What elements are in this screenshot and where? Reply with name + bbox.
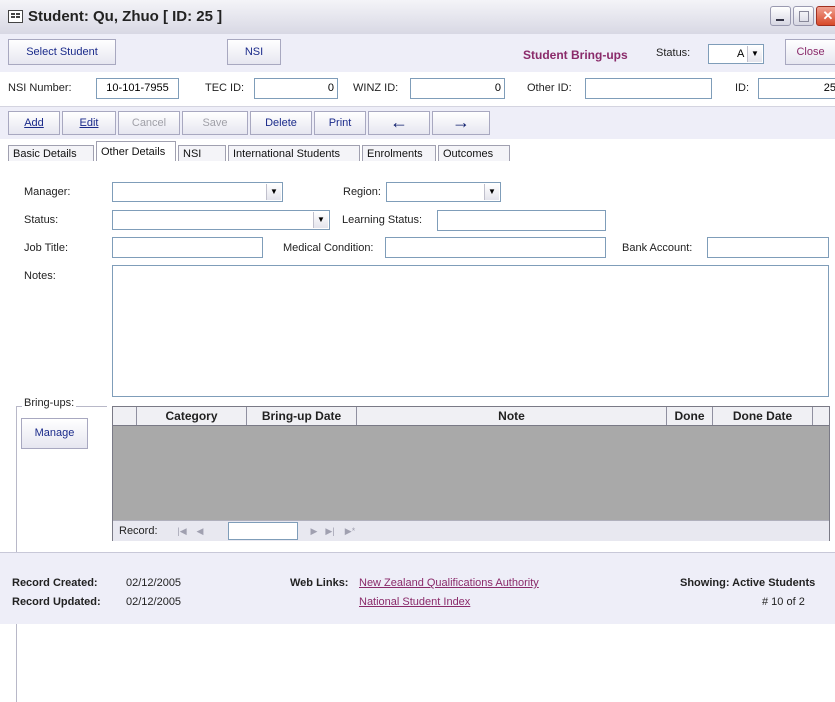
manager-select[interactable]: ▼ bbox=[112, 182, 283, 202]
bringups-label: Bring-ups: bbox=[22, 397, 77, 409]
record-updated-label: Record Updated: bbox=[12, 596, 101, 608]
region-select[interactable]: ▼ bbox=[386, 182, 501, 202]
status-value: A bbox=[737, 48, 745, 60]
next-record-icon[interactable]: ▶ bbox=[307, 524, 321, 538]
region-label: Region: bbox=[343, 186, 381, 198]
tec-id-label: TEC ID: bbox=[205, 82, 245, 94]
tab-outcomes[interactable]: Outcomes bbox=[438, 145, 510, 161]
previous-record-button[interactable]: ← bbox=[368, 111, 430, 135]
tab-nsi[interactable]: NSI bbox=[178, 145, 226, 161]
job-title-field[interactable] bbox=[112, 237, 263, 258]
delete-label: Delete bbox=[265, 117, 297, 129]
medical-condition-label: Medical Condition: bbox=[283, 242, 374, 254]
chevron-down-icon: ▼ bbox=[313, 212, 328, 228]
status-label: Status: bbox=[656, 47, 691, 59]
bank-account-field[interactable] bbox=[707, 237, 829, 258]
status-select[interactable]: A ▼ bbox=[708, 44, 764, 64]
learning-status-label: Learning Status: bbox=[342, 214, 423, 226]
status-field-label: Status: bbox=[24, 214, 59, 226]
bank-account-label: Bank Account: bbox=[622, 242, 693, 254]
delete-button[interactable]: Delete bbox=[250, 111, 312, 135]
manager-label: Manager: bbox=[24, 186, 71, 198]
national-student-index-link[interactable]: National Student Index bbox=[359, 596, 470, 608]
command-bar: Add Edit Cancel Save Delete Print ← → bbox=[0, 106, 835, 139]
bringups-grid: Category Bring-up Date Note Done Done Da… bbox=[112, 406, 830, 541]
id-row: NSI Number: 10-101-7955 TEC ID: 0 WINZ I… bbox=[0, 72, 835, 106]
column-header-done[interactable]: Done bbox=[667, 407, 713, 425]
window-title: Student: Qu, Zhuo [ ID: 25 ] bbox=[28, 8, 223, 25]
record-number-field[interactable] bbox=[228, 522, 298, 540]
nzqa-link[interactable]: New Zealand Qualifications Authority bbox=[359, 577, 539, 589]
record-updated-value: 02/12/2005 bbox=[126, 596, 182, 608]
form-icon bbox=[8, 10, 23, 23]
maximize-button[interactable] bbox=[793, 6, 814, 26]
nsi-button[interactable]: NSI bbox=[227, 39, 281, 65]
chevron-down-icon: ▼ bbox=[266, 184, 281, 200]
save-button[interactable]: Save bbox=[182, 111, 248, 135]
new-record-icon[interactable]: ▶* bbox=[343, 524, 357, 538]
record-label: Record: bbox=[119, 525, 158, 537]
cancel-label: Cancel bbox=[131, 117, 167, 129]
notes-label: Notes: bbox=[24, 270, 56, 282]
column-header-bringup-date[interactable]: Bring-up Date bbox=[247, 407, 357, 425]
next-record-button[interactable]: → bbox=[432, 111, 490, 135]
chevron-down-icon: ▼ bbox=[484, 184, 499, 200]
nsi-number-field[interactable]: 10-101-7955 bbox=[96, 78, 179, 99]
prev-record-icon[interactable]: ◀ bbox=[193, 524, 207, 538]
row-selector-header bbox=[113, 407, 137, 425]
chevron-down-icon: ▼ bbox=[747, 46, 762, 62]
add-label: Add bbox=[24, 117, 44, 129]
top-toolbar: Select Student NSI Student Bring-ups Sta… bbox=[0, 34, 835, 73]
winz-id-field[interactable]: 0 bbox=[410, 78, 505, 99]
record-created-value: 02/12/2005 bbox=[126, 577, 182, 589]
tec-id-field[interactable]: 0 bbox=[254, 78, 338, 99]
arrow-right-icon: → bbox=[452, 112, 470, 132]
first-record-icon[interactable]: |◀ bbox=[175, 524, 189, 538]
select-student-button[interactable]: Select Student bbox=[8, 39, 116, 65]
status-footer: Record Created: 02/12/2005 Record Update… bbox=[0, 552, 835, 624]
grid-header: Category Bring-up Date Note Done Done Da… bbox=[113, 407, 829, 426]
learning-status-field[interactable] bbox=[437, 210, 606, 231]
student-bringups-link[interactable]: Student Bring-ups bbox=[523, 48, 628, 62]
other-id-label: Other ID: bbox=[527, 82, 572, 94]
id-label: ID: bbox=[735, 82, 750, 94]
job-title-label: Job Title: bbox=[24, 242, 69, 254]
print-label: Print bbox=[328, 117, 352, 129]
nsi-number-label: NSI Number: bbox=[8, 82, 72, 94]
column-header-done-date[interactable]: Done Date bbox=[713, 407, 813, 425]
edit-button[interactable]: Edit bbox=[62, 111, 116, 135]
winz-id-label: WINZ ID: bbox=[353, 82, 399, 94]
close-button[interactable]: Close bbox=[785, 39, 835, 65]
record-navigator: Record: |◀ ◀ ▶ ▶| ▶* bbox=[113, 520, 829, 541]
edit-label: Edit bbox=[79, 117, 99, 129]
record-count: # 10 of 2 bbox=[762, 596, 805, 608]
record-created-label: Record Created: bbox=[12, 577, 98, 589]
add-button[interactable]: Add bbox=[8, 111, 60, 135]
arrow-left-icon: ← bbox=[390, 112, 408, 132]
web-links-label: Web Links: bbox=[290, 577, 349, 589]
tab-international-students[interactable]: International Students bbox=[228, 145, 360, 161]
save-label: Save bbox=[202, 117, 228, 129]
status-field-select[interactable]: ▼ bbox=[112, 210, 330, 230]
window-close-button[interactable]: ✕ bbox=[816, 6, 835, 26]
last-record-icon[interactable]: ▶| bbox=[323, 524, 337, 538]
print-button[interactable]: Print bbox=[314, 111, 366, 135]
cancel-button[interactable]: Cancel bbox=[118, 111, 180, 135]
tab-basic-details[interactable]: Basic Details bbox=[8, 145, 94, 161]
medical-condition-field[interactable] bbox=[385, 237, 606, 258]
tab-other-details[interactable]: Other Details bbox=[96, 141, 176, 162]
notes-textarea[interactable] bbox=[112, 265, 829, 397]
showing-filter-text: Showing: Active Students bbox=[680, 577, 816, 589]
manage-bringups-button[interactable]: Manage bbox=[21, 418, 88, 449]
other-id-field[interactable] bbox=[585, 78, 712, 99]
id-field[interactable]: 25 bbox=[758, 78, 835, 99]
minimize-button[interactable] bbox=[770, 6, 791, 26]
column-header-note[interactable]: Note bbox=[357, 407, 667, 425]
column-header-category[interactable]: Category bbox=[137, 407, 247, 425]
tab-strip: Basic Details Other Details NSI Internat… bbox=[0, 141, 835, 162]
tab-enrolments[interactable]: Enrolments bbox=[362, 145, 436, 161]
title-bar: Student: Qu, Zhuo [ ID: 25 ] ✕ bbox=[0, 0, 835, 35]
